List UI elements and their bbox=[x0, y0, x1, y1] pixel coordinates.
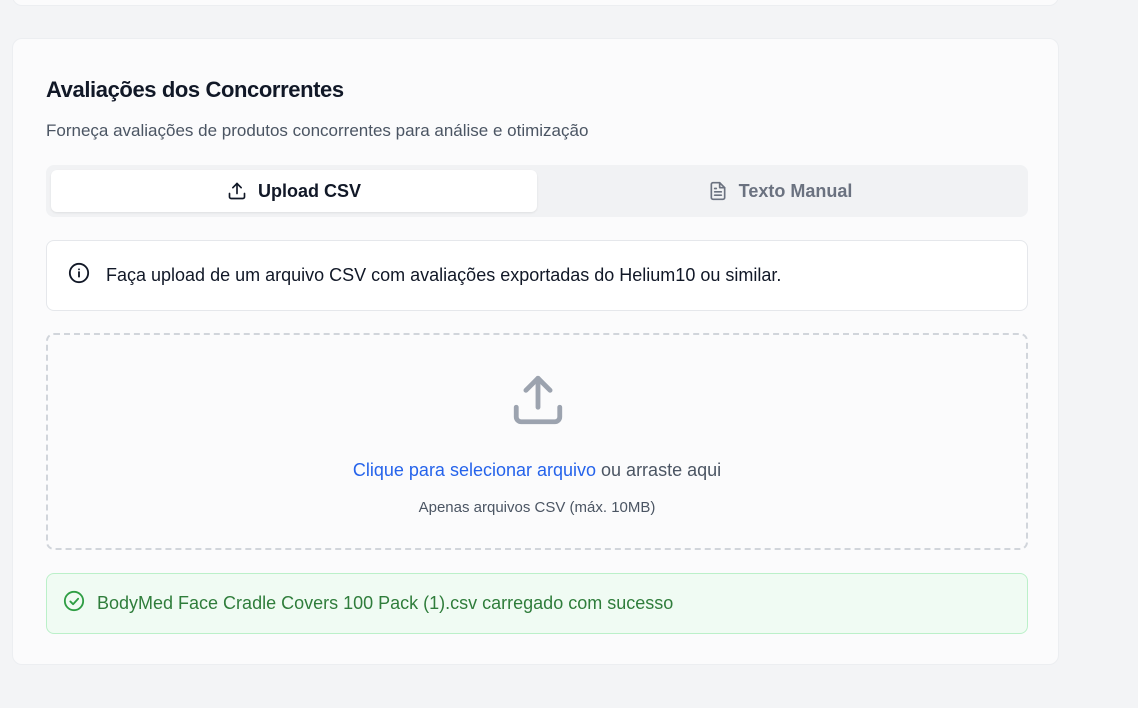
section-subtitle: Forneça avaliações de produtos concorren… bbox=[46, 121, 589, 140]
tab-upload-csv[interactable]: Upload CSV bbox=[51, 170, 537, 212]
upload-icon bbox=[227, 181, 247, 201]
dropzone-instruction: Clique para selecionar arquivo ou arrast… bbox=[48, 460, 1026, 481]
file-text-icon bbox=[708, 181, 728, 201]
previous-card bbox=[12, 0, 1059, 6]
input-mode-tabs: Upload CSV Texto Manual bbox=[46, 165, 1028, 217]
info-icon bbox=[68, 262, 90, 289]
section-title: Avaliações dos Concorrentes bbox=[46, 77, 344, 102]
success-text: BodyMed Face Cradle Covers 100 Pack (1).… bbox=[97, 593, 674, 613]
tab-manual-text[interactable]: Texto Manual bbox=[537, 170, 1023, 212]
tab-label: Texto Manual bbox=[738, 180, 853, 201]
file-type-hint: Apenas arquivos CSV (máx. 10MB) bbox=[418, 499, 656, 516]
competitor-reviews-card: Avaliações dos Concorrentes Forneça aval… bbox=[12, 38, 1059, 665]
file-dropzone[interactable]: Clique para selecionar arquivo ou arrast… bbox=[46, 333, 1028, 550]
upload-success-alert: BodyMed Face Cradle Covers 100 Pack (1).… bbox=[46, 573, 1028, 634]
check-circle-icon bbox=[63, 590, 85, 617]
info-alert: Faça upload de um arquivo CSV com avalia… bbox=[46, 240, 1028, 311]
drag-here-text: ou arraste aqui bbox=[596, 460, 722, 480]
info-text: Faça upload de um arquivo CSV com avalia… bbox=[106, 265, 782, 285]
tab-label: Upload CSV bbox=[257, 180, 361, 201]
upload-icon bbox=[509, 371, 567, 434]
select-file-link[interactable]: Clique para selecionar arquivo bbox=[353, 460, 596, 480]
